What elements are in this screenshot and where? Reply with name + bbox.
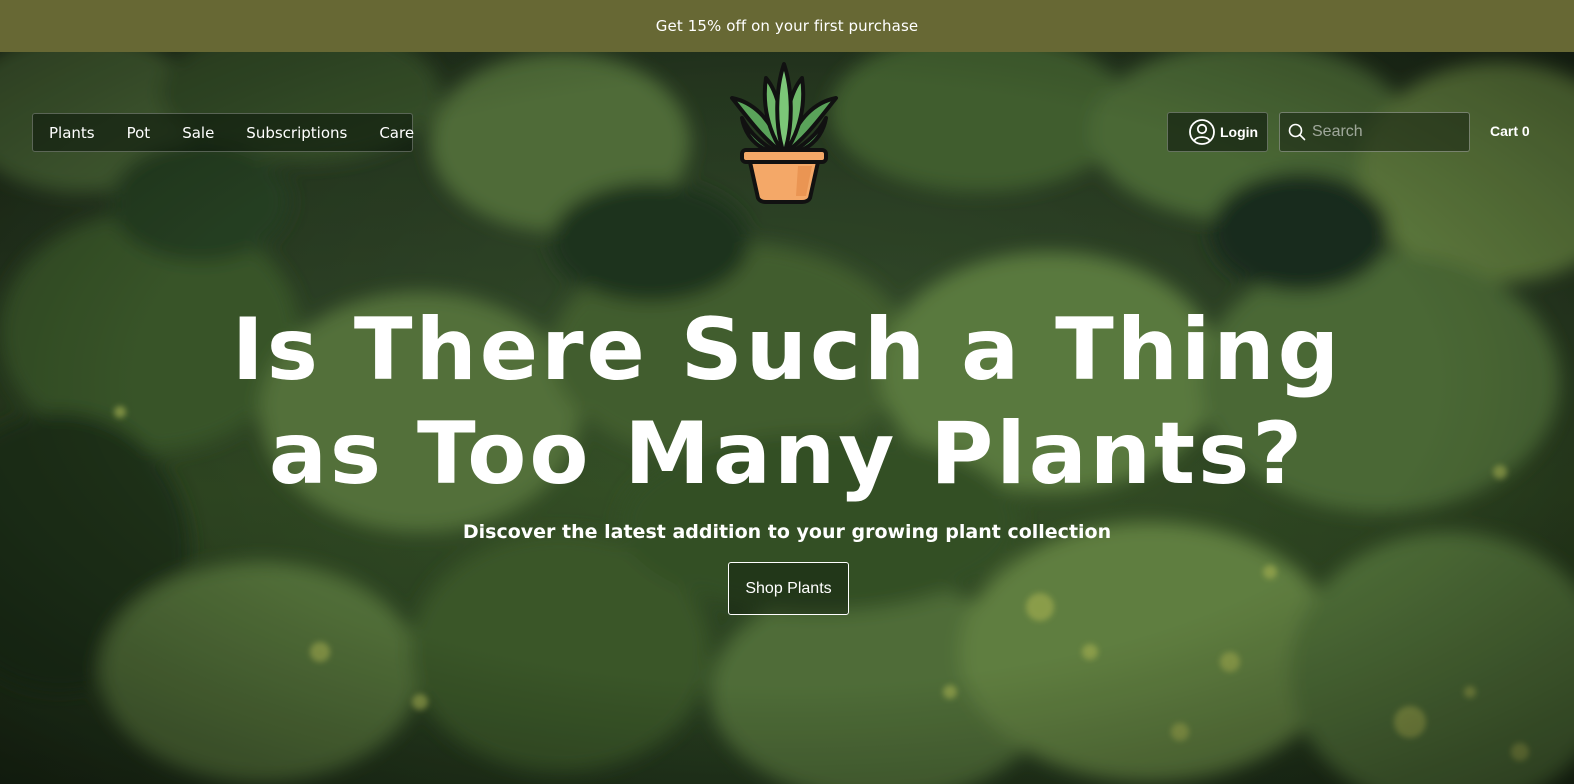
shop-plants-button[interactable]: Shop Plants <box>728 562 849 615</box>
search-input[interactable] <box>1312 123 1462 141</box>
nav-item-subscriptions[interactable]: Subscriptions <box>246 124 347 142</box>
nav-item-sale[interactable]: Sale <box>182 124 214 142</box>
promo-text: Get 15% off on your first purchase <box>655 17 919 35</box>
nav-item-pot[interactable]: Pot <box>127 124 151 142</box>
hero-headline: Is There Such a Thing as Too Many Plants… <box>0 298 1574 506</box>
nav-item-plants[interactable]: Plants <box>49 124 95 142</box>
cart-link[interactable]: Cart 0 <box>1490 123 1530 139</box>
hero-headline-line-2: as Too Many Plants? <box>268 404 1306 504</box>
user-circle-icon <box>1189 119 1215 145</box>
search-box <box>1279 112 1470 152</box>
promo-banner: Get 15% off on your first purchase <box>0 0 1574 52</box>
search-icon[interactable] <box>1288 123 1306 141</box>
hero-headline-line-1: Is There Such a Thing <box>231 300 1343 400</box>
potted-plant-icon[interactable] <box>722 58 846 204</box>
hero-subheadline: Discover the latest addition to your gro… <box>462 521 1112 543</box>
main-nav: Plants Pot Sale Subscriptions Care <box>32 113 414 152</box>
hero-section: Plants Pot Sale Subscriptions Care Login <box>0 52 1574 784</box>
login-button[interactable]: Login <box>1167 112 1268 152</box>
nav-item-care[interactable]: Care <box>379 124 414 142</box>
login-label: Login <box>1220 124 1259 140</box>
